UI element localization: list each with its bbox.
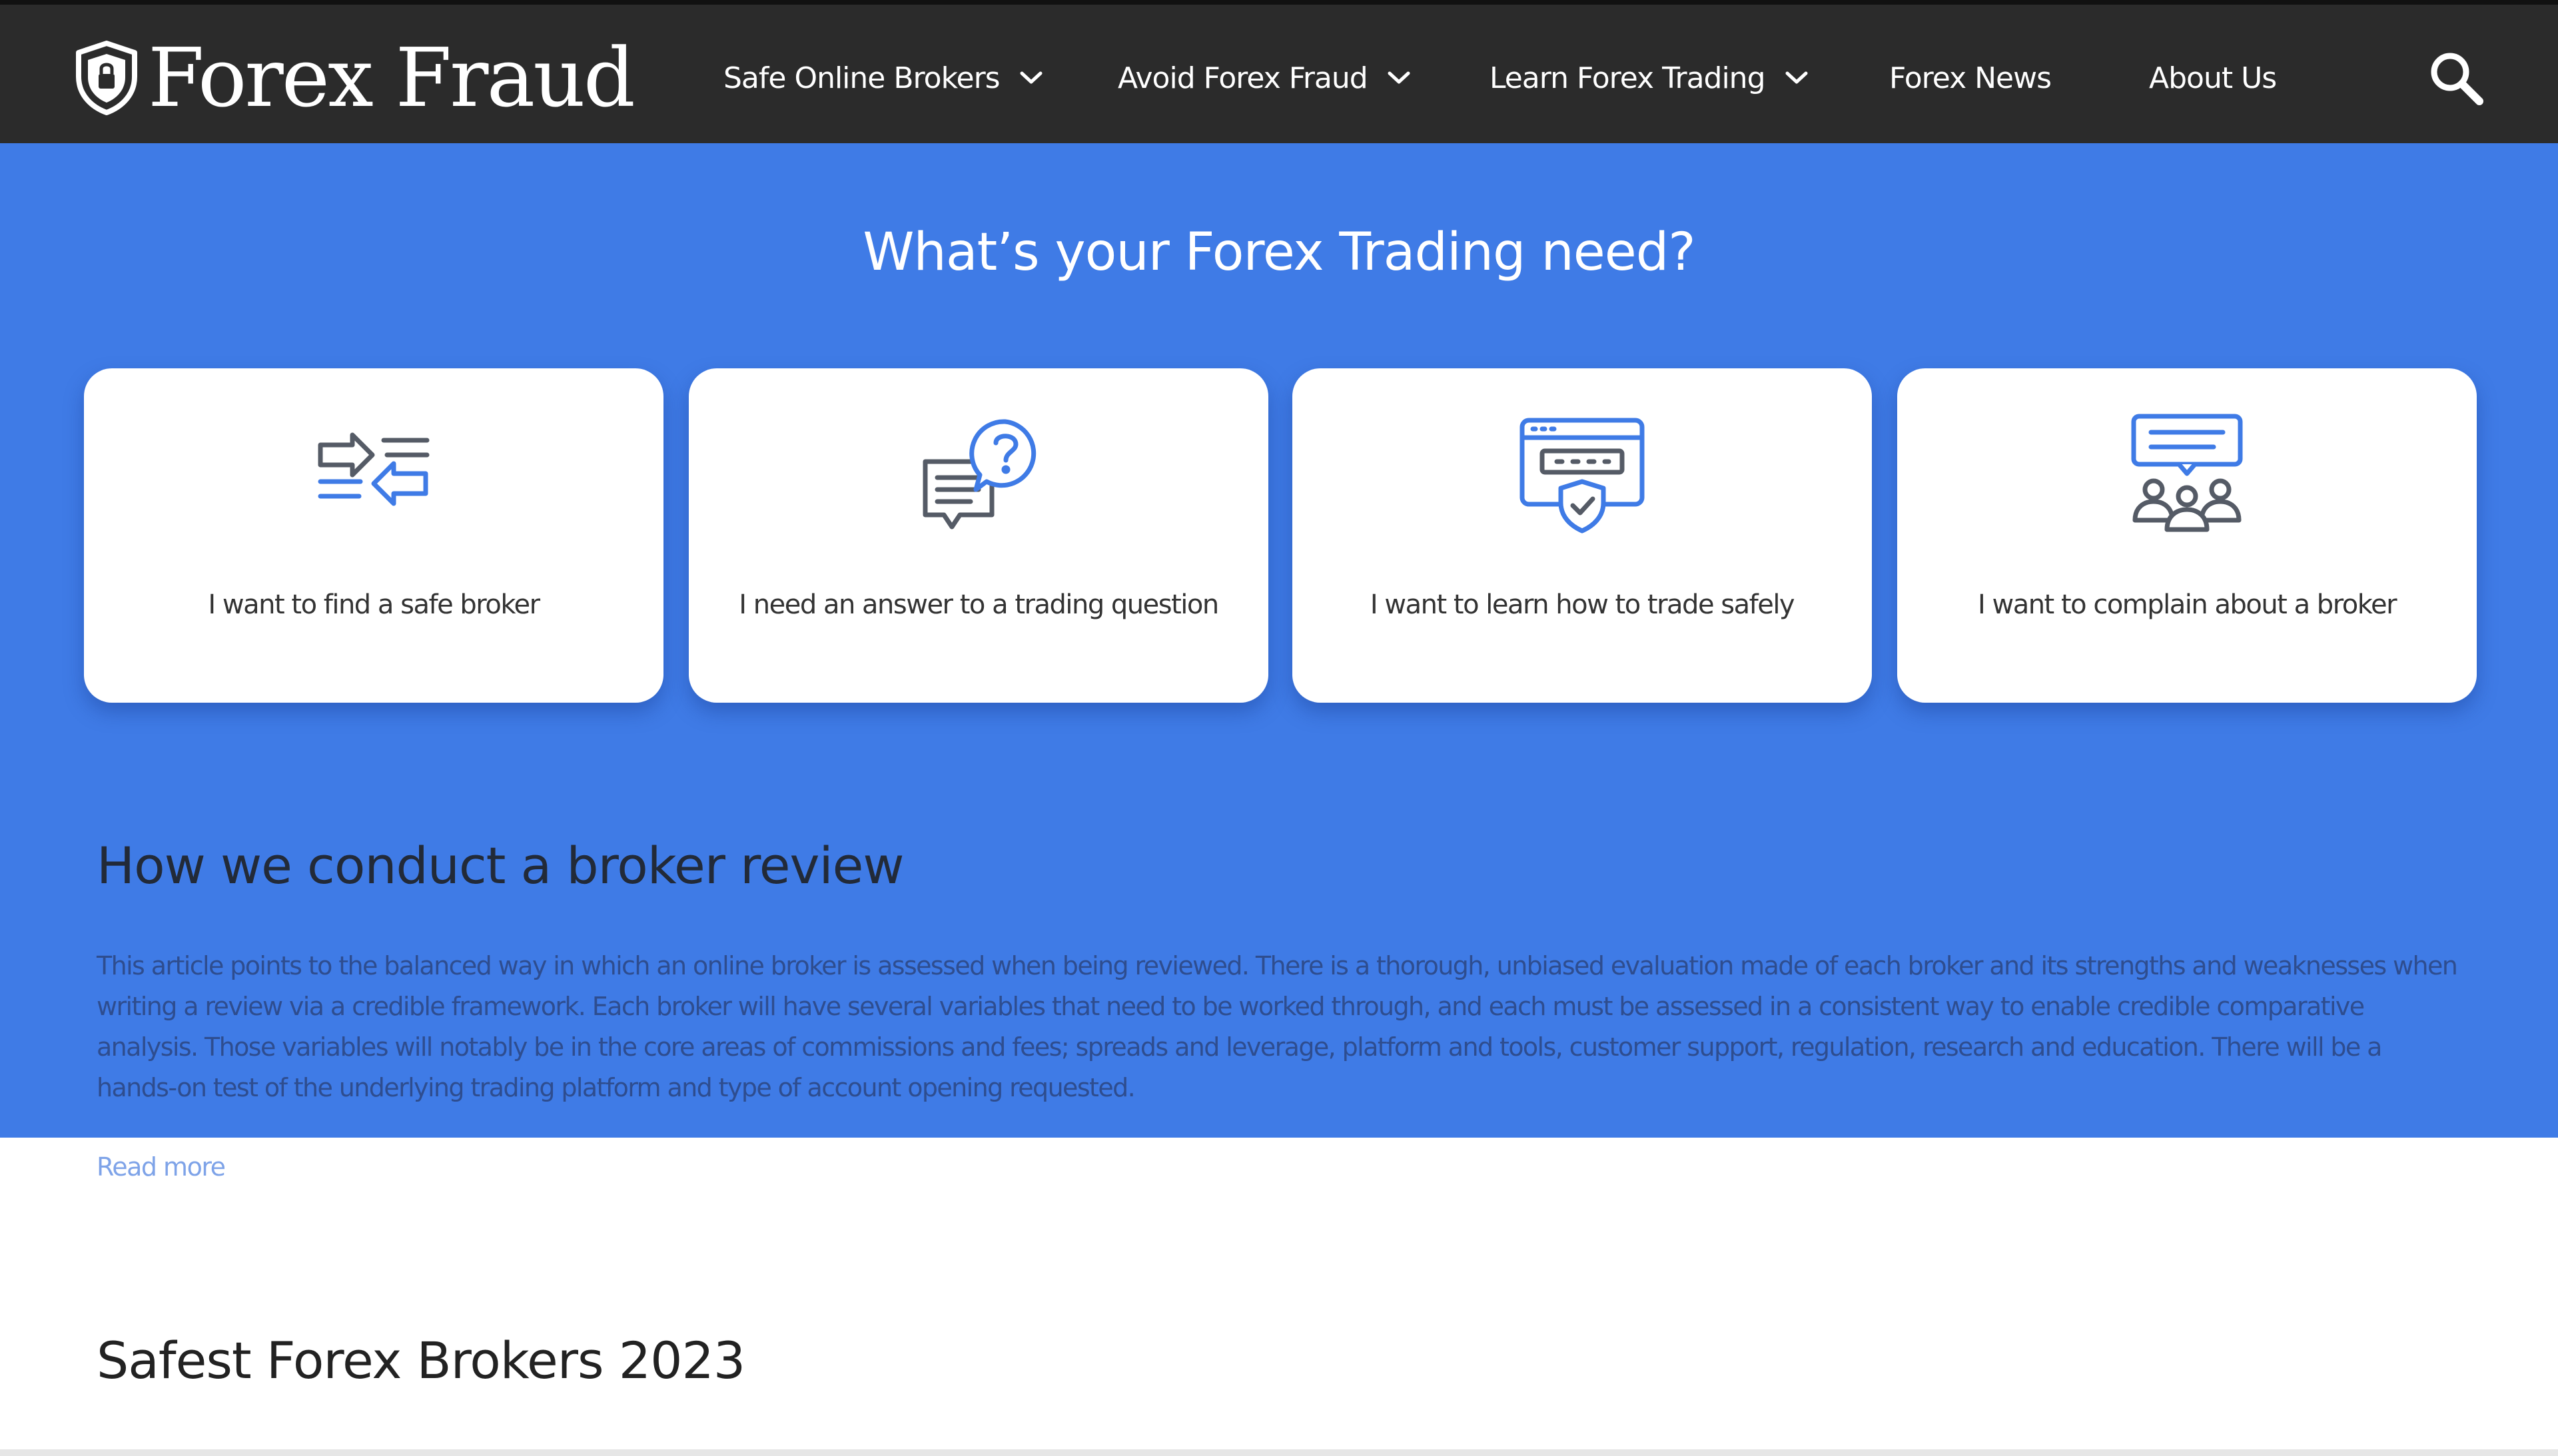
nav-forex-news[interactable]: Forex News xyxy=(1889,45,2052,111)
top-navigation-bar: Forex Fraud Safe Online Brokers Avoid Fo… xyxy=(0,0,2558,143)
card-complain-about-broker[interactable]: I want to complain about a broker xyxy=(1897,368,2477,703)
review-heading: How we conduct a broker review xyxy=(97,836,904,895)
hero-section: What’s your Forex Trading need? I want t… xyxy=(0,143,2558,1138)
question-chat-icon xyxy=(923,419,1037,530)
nav-label: Avoid Forex Fraud xyxy=(1118,61,1368,95)
nav-safe-online-brokers[interactable]: Safe Online Brokers xyxy=(723,45,1043,111)
nav-avoid-forex-fraud[interactable]: Avoid Forex Fraud xyxy=(1118,45,1410,111)
group-discussion-icon xyxy=(2131,414,2243,532)
transfer-arrows-icon xyxy=(318,432,430,506)
read-more-link[interactable]: Read more xyxy=(97,1154,226,1180)
nav-about-us[interactable]: About Us xyxy=(2149,45,2277,111)
review-body-text: This article points to the balanced way … xyxy=(97,951,2458,1102)
hero-title: What’s your Forex Trading need? xyxy=(863,222,1695,282)
search-icon[interactable] xyxy=(2426,48,2486,108)
card-learn-trade-safely[interactable]: I want to learn how to trade safely xyxy=(1292,368,1872,703)
card-find-safe-broker[interactable]: I want to find a safe broker xyxy=(84,368,663,703)
safest-brokers-heading: Safest Forex Brokers 2023 xyxy=(97,1331,745,1390)
nav-label: Learn Forex Trading xyxy=(1490,61,1766,95)
card-label: I want to complain about a broker xyxy=(1977,589,2397,620)
shield-logo-icon xyxy=(76,41,137,115)
chevron-down-icon xyxy=(1020,71,1043,84)
nav-label: Forex News xyxy=(1889,61,2052,95)
nav-label: About Us xyxy=(2149,61,2277,95)
secure-browser-icon xyxy=(1519,418,1645,534)
card-label: I want to learn how to trade safely xyxy=(1370,589,1795,620)
chevron-down-icon xyxy=(1388,71,1410,84)
nav-learn-forex-trading[interactable]: Learn Forex Trading xyxy=(1490,45,1808,111)
bottom-divider xyxy=(0,1449,2558,1456)
card-label: I need an answer to a trading question xyxy=(739,589,1219,620)
card-label: I want to find a safe broker xyxy=(208,589,540,620)
site-logo-text: Forex Fraud xyxy=(148,31,636,125)
card-trading-question[interactable]: I need an answer to a trading question xyxy=(689,368,1268,703)
nav-label: Safe Online Brokers xyxy=(723,61,1001,95)
site-logo-link[interactable]: Forex Fraud xyxy=(73,31,636,125)
chevron-down-icon xyxy=(1785,71,1808,84)
